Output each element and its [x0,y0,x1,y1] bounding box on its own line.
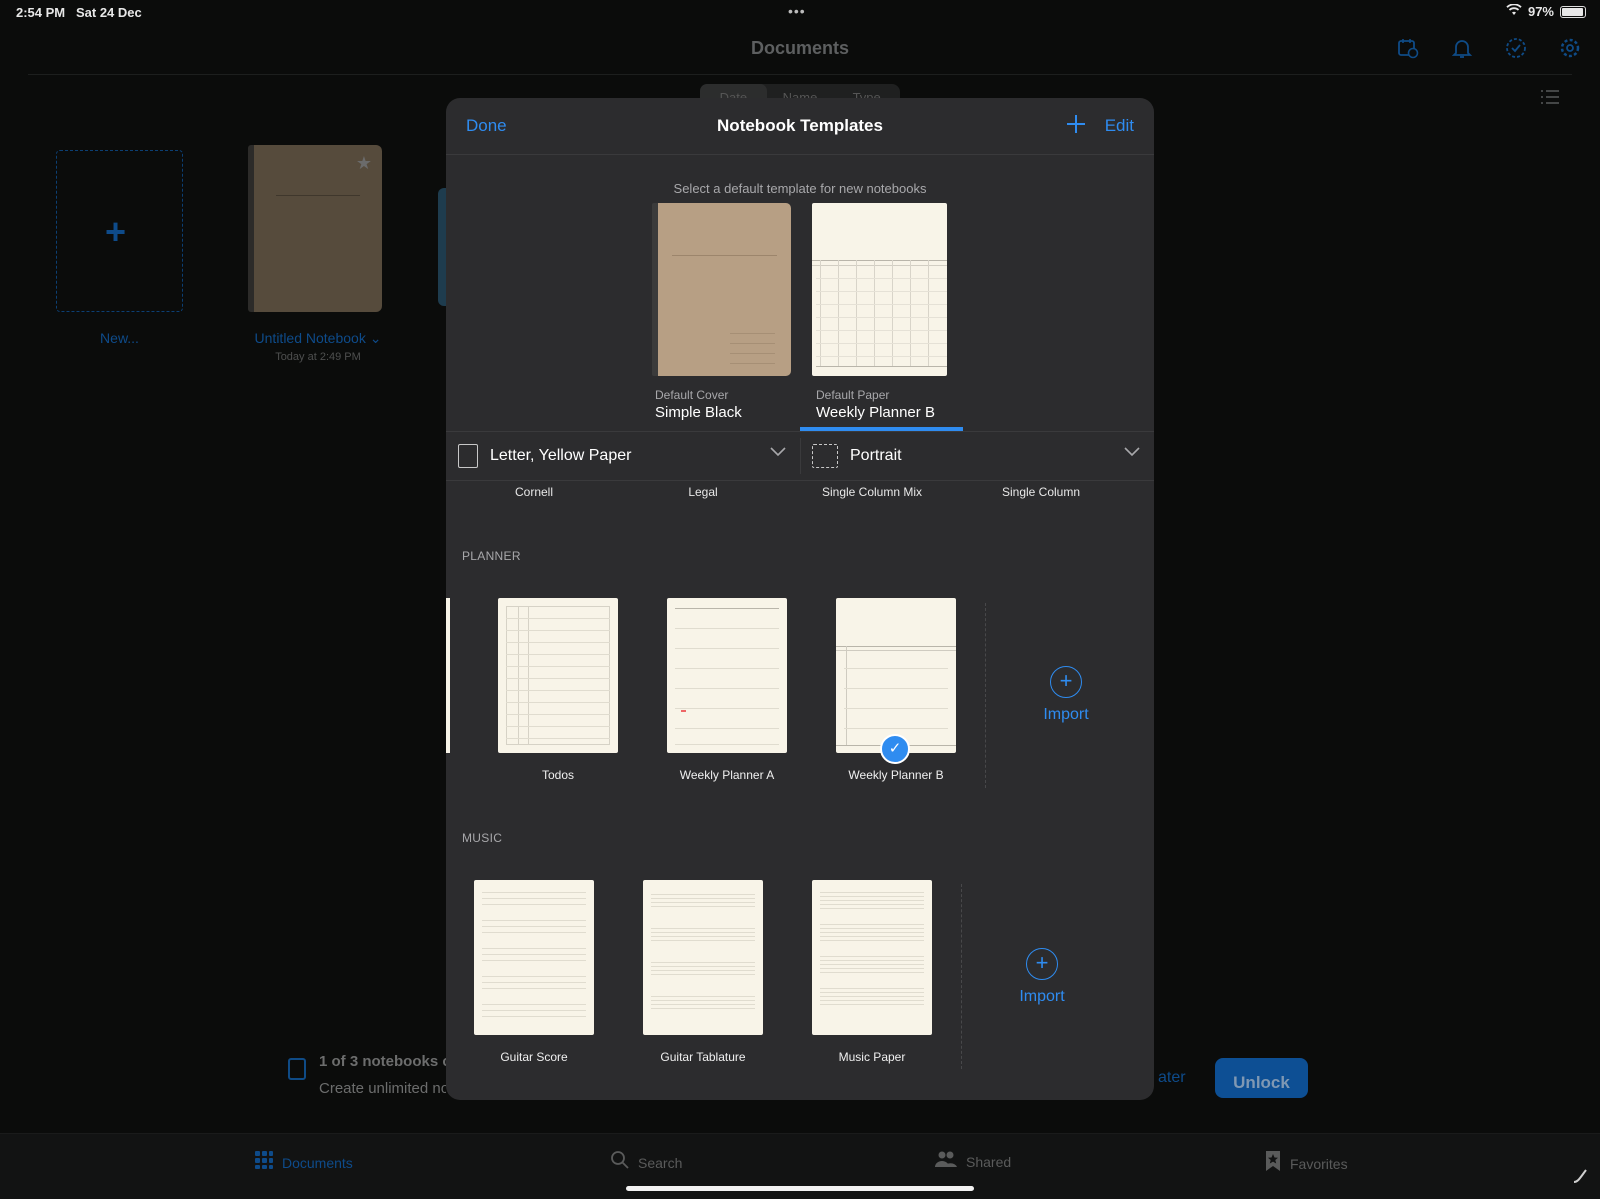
select-hint: Select a default template for new notebo… [673,181,927,196]
template-weekly-planner-a[interactable] [667,598,787,753]
search-icon [610,1150,630,1175]
list-view-icon[interactable] [1540,88,1560,111]
modal-header: Done Notebook Templates Edit [446,98,1154,155]
template-guitar-score[interactable] [474,880,594,1035]
check-circle-icon[interactable] [1504,36,1528,60]
tab-label: Documents [282,1154,353,1171]
top-toolbar [1396,36,1582,60]
gear-icon[interactable] [1558,36,1582,60]
orientation-icon [812,444,838,468]
template-thumbnail-partial[interactable] [446,598,450,753]
template-label-cornell[interactable]: Cornell [459,485,609,499]
tab-label: Search [638,1154,683,1171]
calendar-clock-icon[interactable] [1396,36,1420,60]
status-time: 2:54 PM Sat 24 Dec [16,5,142,20]
default-cover-thumbnail[interactable] [652,203,791,376]
notebook-icon [288,1058,306,1080]
template-label-single-column-mix[interactable]: Single Column Mix [797,485,947,499]
default-paper-thumbnail[interactable] [812,203,947,376]
pencil-hook-icon [1572,1168,1588,1189]
template-weekly-planner-b[interactable] [836,598,956,753]
selected-check-icon: ✓ [880,734,910,764]
page-title: Documents [750,38,849,58]
import-label: Import [1019,988,1065,1005]
plus-circle-icon: + [1050,666,1082,698]
section-title-music: MUSIC [462,831,503,845]
template-label-weekly-planner-b[interactable]: Weekly Planner B [821,768,971,782]
template-label-guitar-score[interactable]: Guitar Score [459,1050,609,1064]
multitask-dots[interactable]: ••• [788,3,806,19]
notebook-templates-modal: Done Notebook Templates Edit Select a de… [446,98,1154,1100]
template-label-guitar-tablature[interactable]: Guitar Tablature [628,1050,778,1064]
promo-title: 1 of 3 notebooks c [319,1053,446,1070]
default-cover-label: Default Cover [655,388,729,402]
default-paper-value[interactable]: Weekly Planner B [816,404,935,421]
later-link[interactable]: ater [1158,1069,1186,1087]
orientation-dropdown[interactable]: Portrait [800,432,1154,480]
paper-size-icon [458,444,478,468]
plus-icon: + [105,211,127,252]
chevron-down-icon [770,444,786,460]
divider [961,884,962,1069]
tab-favorites[interactable]: Favorites [1264,1150,1348,1177]
paper-size-value: Letter, Yellow Paper [490,447,632,464]
bookmark-star-icon [1264,1150,1282,1177]
battery-icon [1560,5,1586,18]
new-notebook-label[interactable]: New... [56,330,183,346]
edit-button[interactable]: Edit [1105,116,1134,136]
tab-label: Favorites [1290,1155,1348,1172]
star-icon[interactable]: ★ [356,153,372,174]
promo-subtitle: Create unlimited no [319,1080,446,1097]
tab-documents[interactable]: Documents [254,1150,353,1175]
tab-shared[interactable]: Shared [934,1150,1011,1173]
modal-title: Notebook Templates [717,116,883,135]
plus-circle-icon: + [1026,948,1058,980]
divider [985,603,986,788]
template-label-single-column[interactable]: Single Column [966,485,1116,499]
notebook-cover[interactable]: ★ [248,145,382,312]
tab-search[interactable]: Search [610,1150,682,1175]
template-music-paper[interactable] [812,880,932,1035]
notebook-title[interactable]: Untitled Notebook ⌄ [248,330,388,347]
tab-label: Shared [966,1153,1012,1170]
import-button-planner[interactable]: + Import [1026,666,1106,724]
template-label-music-paper[interactable]: Music Paper [797,1050,947,1064]
home-indicator[interactable] [626,1186,974,1191]
default-paper-label: Default Paper [816,388,890,402]
paper-size-dropdown[interactable]: Letter, Yellow Paper [446,432,800,480]
header-divider [28,74,1572,75]
new-notebook-card[interactable]: + [56,150,183,312]
add-template-button[interactable] [1066,110,1086,141]
template-guitar-tablature[interactable] [643,880,763,1035]
wifi-icon [1506,3,1522,19]
import-label: Import [1043,706,1089,723]
unlock-button[interactable]: Unlock [1215,1058,1308,1098]
orientation-value: Portrait [850,447,902,464]
import-button-music[interactable]: + Import [1002,948,1082,1006]
template-todos[interactable] [498,598,618,753]
status-right: 97% [1506,3,1586,19]
divider [446,480,1154,481]
battery-percent: 97% [1527,4,1554,19]
template-label-legal[interactable]: Legal [628,485,778,499]
people-icon [934,1150,958,1173]
grid-icon [254,1150,274,1175]
default-cover-value[interactable]: Simple Black [655,404,742,421]
status-bar: 2:54 PM Sat 24 Dec ••• 97% [0,0,1600,24]
bell-icon[interactable] [1450,36,1474,60]
chevron-down-icon [1124,444,1140,460]
section-title-planner: PLANNER [462,549,521,563]
template-label-weekly-planner-a[interactable]: Weekly Planner A [652,768,802,782]
template-label-todos[interactable]: Todos [483,768,633,782]
notebook-date: Today at 2:49 PM [275,351,361,363]
plus-icon [1067,115,1085,133]
